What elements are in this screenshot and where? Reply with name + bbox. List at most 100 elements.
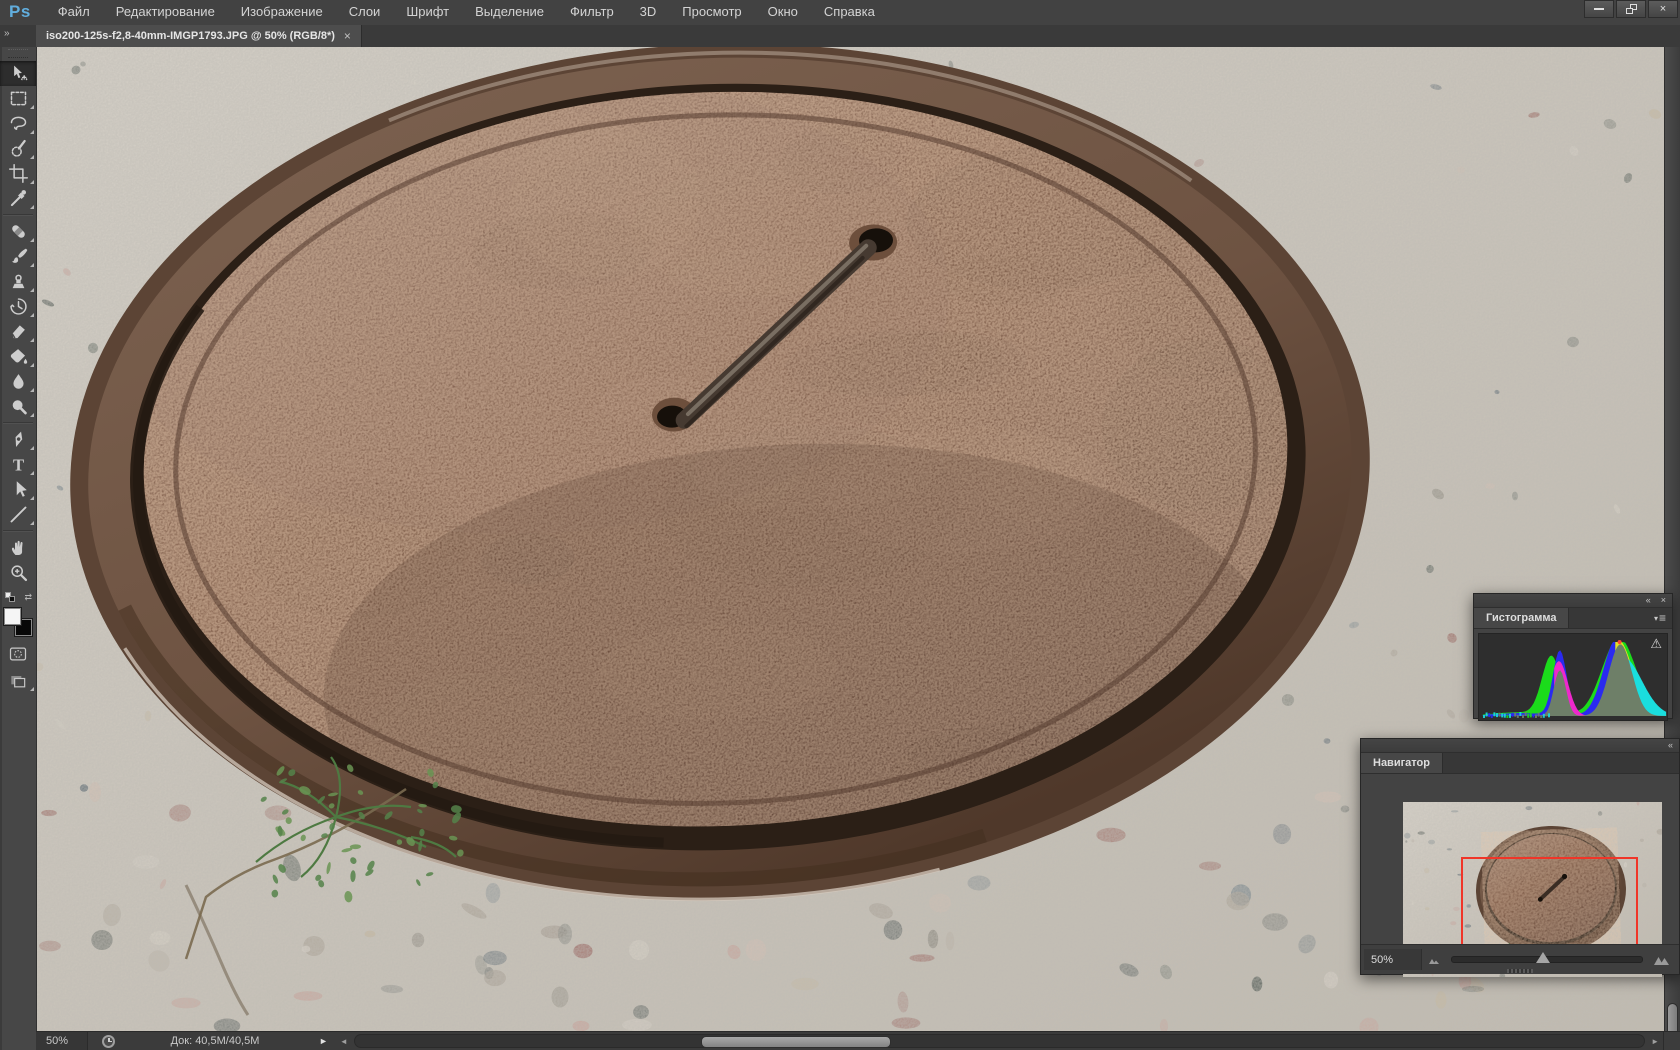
close-button[interactable]: × (1648, 0, 1678, 18)
dodge-tool[interactable] (0, 394, 36, 419)
screen-mode-button[interactable] (0, 668, 36, 693)
statusbar-zoom-field[interactable]: 50% (36, 1032, 88, 1050)
status-popup-arrow[interactable]: ► (319, 1036, 328, 1046)
brush-tool[interactable] (0, 244, 36, 269)
panel-resize-grip[interactable] (1507, 969, 1533, 973)
menu-item-layers[interactable]: Слои (336, 0, 394, 25)
tool-list: T (0, 61, 36, 585)
menu-item-edit[interactable]: Редактирование (103, 0, 228, 25)
zoom-in-icon[interactable] (1653, 953, 1671, 966)
zoom-icon (10, 565, 27, 582)
toolbar-collapse-button[interactable]: » (0, 25, 36, 47)
swap-colors-icon[interactable]: ⇄ (24, 592, 32, 602)
eyedropper-icon (10, 190, 26, 207)
histogram-tab[interactable]: Гистограмма (1474, 608, 1570, 628)
foreground-color-swatch[interactable] (3, 607, 22, 626)
pen-tool[interactable] (0, 427, 36, 452)
blur-tool[interactable] (0, 369, 36, 394)
hand-tool[interactable] (0, 535, 36, 560)
navigator-tab[interactable]: Навигатор (1361, 753, 1443, 773)
menu-items: Файл Редактирование Изображение Слои Шрифт Вы… (45, 0, 888, 25)
restore-button[interactable] (1616, 0, 1646, 18)
brush-icon (11, 248, 27, 263)
line-tool[interactable] (0, 502, 36, 527)
menu-item-help[interactable]: Справка (811, 0, 888, 25)
gradient-tool[interactable] (0, 344, 36, 369)
panel-close-icon[interactable]: × (1661, 596, 1666, 605)
document-tab-bar: » iso200-125s-f2,8-40mm-IMGP1793.JPG @ 5… (0, 25, 1680, 48)
menu-item-filter[interactable]: Фильтр (557, 0, 627, 25)
document-title: iso200-125s-f2,8-40mm-IMGP1793.JPG @ 50%… (46, 30, 335, 42)
document-tab[interactable]: iso200-125s-f2,8-40mm-IMGP1793.JPG @ 50%… (36, 25, 362, 47)
menu-bar: Ps Файл Редактирование Изображение Слои Шриф… (0, 0, 1680, 26)
history-brush-icon (9, 298, 27, 315)
panel-collapse-icon[interactable]: « (1668, 741, 1673, 750)
eraser-tool[interactable] (0, 319, 36, 344)
zoom-out-icon[interactable] (1428, 955, 1441, 965)
document-size-info: Док: 40,5M/40,5M (170, 1035, 260, 1047)
default-colors-icon[interactable] (5, 592, 15, 602)
minimize-button[interactable] (1584, 0, 1614, 18)
navigator-tab-row: Навигатор (1361, 753, 1679, 774)
menu-item-window[interactable]: Окно (755, 0, 811, 25)
eraser-icon (11, 325, 25, 339)
rectangular-marquee-tool[interactable] (0, 86, 36, 111)
menu-item-select[interactable]: Выделение (462, 0, 557, 25)
menu-item-type[interactable]: Шрифт (393, 0, 462, 25)
crop-icon (8, 164, 28, 183)
history-brush-tool[interactable] (0, 294, 36, 319)
navigator-zoom-field[interactable]: 50% (1364, 949, 1422, 970)
hscroll-right-arrow[interactable]: ► (1647, 1037, 1663, 1046)
navigator-zoom-slider[interactable] (1451, 952, 1643, 963)
histogram-chart (1482, 640, 1667, 719)
navigator-panel-topbar: « (1361, 739, 1679, 753)
quick-selection-icon (11, 139, 26, 157)
histogram-warning-icon[interactable]: ⚠ (1650, 636, 1662, 652)
gradient-icon (10, 349, 27, 364)
photoshop-window: Ps Файл Редактирование Изображение Слои Шриф… (0, 0, 1680, 1050)
photoshop-logo: Ps (9, 1, 31, 21)
move-tool[interactable] (0, 61, 36, 86)
menu-item-3d[interactable]: 3D (627, 0, 670, 25)
histogram-panel-menu-icon[interactable]: ▾ ≡ (1654, 608, 1672, 628)
horizontal-type-icon: T (12, 456, 23, 475)
histogram-tab-row: Гистограмма ▾ ≡ (1474, 608, 1672, 629)
lasso-tool[interactable] (0, 111, 36, 136)
screen-mode-icon (11, 675, 26, 687)
panel-collapse-icon[interactable]: « (1646, 596, 1651, 605)
close-icon: × (1659, 3, 1667, 15)
quick-mask-button[interactable] (0, 641, 36, 666)
zoom-slider-thumb[interactable] (1535, 952, 1550, 963)
rectangular-marquee-icon (10, 91, 26, 106)
color-swatches (3, 607, 33, 637)
quick-selection-tool[interactable] (0, 136, 36, 161)
path-selection-tool[interactable] (0, 477, 36, 502)
tools-panel: T ⇄ (0, 47, 37, 1050)
status-clock-icon[interactable] (102, 1034, 115, 1048)
eyedropper-tool[interactable] (0, 186, 36, 211)
tab-close-icon[interactable]: × (344, 29, 351, 43)
restore-icon (1625, 4, 1637, 14)
horizontal-scrollbar[interactable] (353, 1034, 1646, 1048)
status-bar: 50% Док: 40,5M/40,5M ► ◄ ► (36, 1031, 1680, 1050)
menu-item-image[interactable]: Изображение (228, 0, 336, 25)
crop-tool[interactable] (0, 161, 36, 186)
navigator-panel: « Навигатор 50% (1360, 738, 1680, 977)
menu-item-view[interactable]: Просмотр (669, 0, 754, 25)
dodge-icon (12, 400, 27, 415)
clone-stamp-tool[interactable] (0, 269, 36, 294)
path-selection-icon (16, 481, 27, 497)
hscroll-left-arrow[interactable]: ◄ (336, 1037, 352, 1046)
toolbar-separator (3, 214, 33, 216)
window-controls: × (1584, 0, 1680, 25)
horizontal-scrollbar-thumb[interactable] (700, 1036, 891, 1048)
menu-item-file[interactable]: Файл (45, 0, 103, 25)
color-controls: ⇄ (0, 587, 36, 693)
clone-stamp-icon (12, 274, 24, 289)
toolbar-grip[interactable] (8, 49, 28, 58)
spot-healing-brush-icon (11, 225, 25, 238)
move-icon (13, 65, 28, 81)
horizontal-type-tool[interactable]: T (0, 452, 36, 477)
zoom-tool[interactable] (0, 560, 36, 585)
spot-healing-brush-tool[interactable] (0, 219, 36, 244)
